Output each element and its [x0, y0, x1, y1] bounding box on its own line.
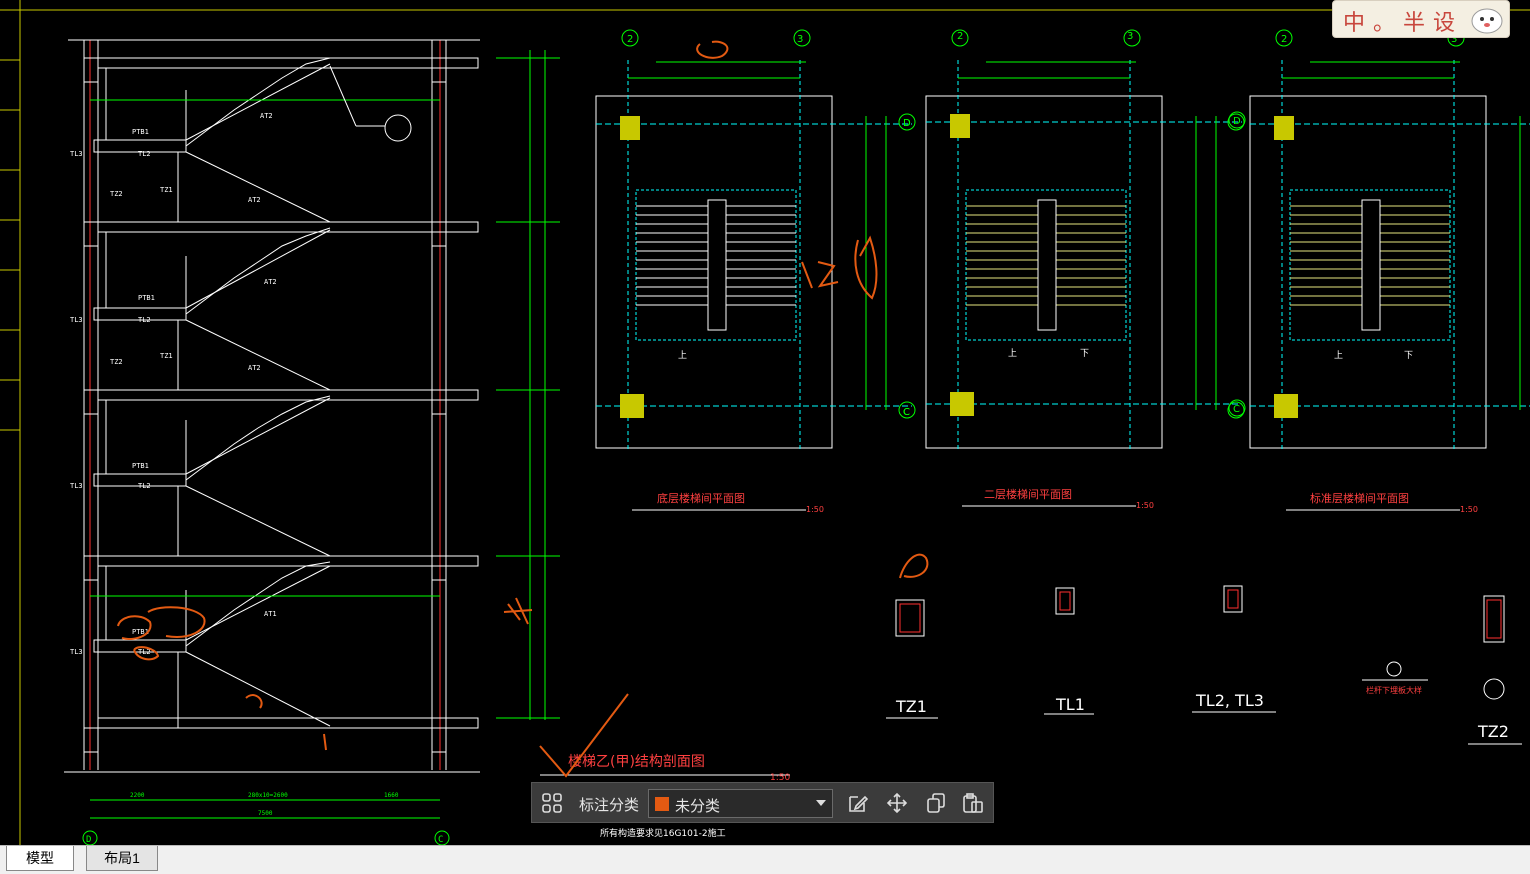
ime-char-she[interactable]: 设 — [1433, 5, 1455, 37]
label-ptb1-1: PTB1 — [132, 128, 149, 136]
grid-label-2c: 2 — [1281, 34, 1287, 45]
detail-title-tz2: TZ2 — [1477, 722, 1509, 741]
chevron-down-icon — [816, 800, 826, 806]
dim-bottom-1: 2200 — [130, 792, 145, 799]
down-label-3: 下 — [1404, 351, 1413, 361]
grid-icon[interactable] — [541, 792, 563, 814]
section-title: 楼梯乙(甲)结构剖面图 — [568, 754, 705, 770]
label-tl3-4: TL3 — [70, 648, 83, 656]
dim-bottom-3: 1660 — [384, 792, 399, 799]
edit-icon[interactable] — [847, 792, 869, 814]
move-icon[interactable] — [886, 792, 908, 814]
grid-label-3b: 3 — [1127, 31, 1133, 42]
cad-drawing-canvas[interactable]: D C 2200 280x10=2600 1660 7500 TL3 TL3 T… — [0, 0, 1530, 845]
detail-note: 栏杆下埋板大样 — [1366, 685, 1422, 695]
dim-bottom-2: 280x10=2600 — [248, 792, 288, 799]
label-ptb1-3: PTB1 — [132, 462, 149, 470]
plan-scale-3: 1:50 — [1460, 505, 1478, 514]
annotation-category-label: 标注分类 — [579, 796, 640, 814]
ime-mascot-icon — [1471, 8, 1503, 34]
grid-label-3a: 3 — [797, 34, 803, 45]
down-label-2: 下 — [1080, 349, 1089, 359]
label-at2-2: AT2 — [248, 196, 261, 204]
label-tl2-3: TL2 — [138, 482, 151, 490]
label-tl3-3: TL3 — [70, 482, 83, 490]
annotation-toolbar: 标注分类 未分类 — [531, 782, 994, 823]
dim-bottom-total: 7500 — [258, 810, 273, 817]
category-select-value: 未分类 — [675, 797, 721, 815]
label-tz1-2: TZ1 — [160, 352, 173, 360]
label-tl3-1: TL3 — [70, 150, 83, 158]
plan-title-standard: 标准层楼梯间平面图 — [1310, 491, 1409, 505]
plan-column — [620, 116, 640, 140]
up-label-2: 上 — [1008, 348, 1017, 359]
label-tz2-2: TZ2 — [110, 358, 123, 366]
category-color-swatch — [655, 797, 669, 811]
label-tz2-1: TZ2 — [110, 190, 123, 198]
copy-icon[interactable] — [925, 792, 947, 814]
label-at2-3: AT2 — [264, 278, 277, 286]
tab-model[interactable]: 模型 — [6, 846, 74, 871]
grid-label-c3: C — [1233, 404, 1240, 415]
plan-title-ground: 底层楼梯间平面图 — [657, 491, 745, 505]
plan-title-second: 二层楼梯间平面图 — [984, 487, 1072, 501]
plan-scale-2: 1:50 — [1136, 501, 1154, 510]
grid-label-d2: D — [903, 118, 911, 129]
grid-label-2b: 2 — [957, 31, 963, 42]
ime-char-ban[interactable]: 半 — [1403, 5, 1425, 37]
ime-char-punct[interactable]: 。 — [1373, 5, 1395, 37]
detail-title-tz1: TZ1 — [895, 697, 927, 716]
up-label-3: 上 — [1334, 350, 1343, 361]
plan-column — [950, 392, 974, 416]
label-at1: AT1 — [264, 610, 277, 618]
detail-title-tl1: TL1 — [1055, 695, 1085, 714]
label-tl2-2: TL2 — [138, 316, 151, 324]
category-select[interactable]: 未分类 — [648, 789, 833, 818]
label-tl3-2: TL3 — [70, 316, 83, 324]
plan-column — [950, 114, 970, 138]
grid-label-d3: D — [1233, 116, 1241, 127]
grid-label-d-bottom: D — [86, 835, 91, 845]
up-label-1: 上 — [678, 350, 687, 361]
tab-layout1[interactable]: 布局1 — [86, 846, 158, 871]
grid-label-2a: 2 — [627, 34, 633, 45]
plan-column — [1274, 116, 1294, 140]
plan-column — [1274, 394, 1298, 418]
grid-label-c2: C — [903, 407, 910, 418]
detail-title-tl2-tl3: TL2, TL3 — [1195, 691, 1264, 710]
plan-column — [620, 394, 644, 418]
label-at2-1: AT2 — [260, 112, 273, 120]
grid-label-c-bottom: C — [438, 835, 443, 845]
layout-tab-bar: 模型 布局1 — [0, 845, 1530, 874]
paste-icon[interactable] — [962, 792, 984, 814]
label-tl2-1: TL2 — [138, 150, 151, 158]
note-text: 所有构造要求见16G101-2施工 — [600, 827, 726, 839]
ime-status-widget[interactable]: 中 。 半 设 — [1332, 0, 1510, 38]
label-ptb1-2: PTB1 — [138, 294, 155, 302]
ime-char-zhong[interactable]: 中 — [1343, 5, 1365, 37]
plan-scale-1: 1:50 — [806, 505, 824, 514]
label-at2-4: AT2 — [248, 364, 261, 372]
label-tz1-1: TZ1 — [160, 186, 173, 194]
